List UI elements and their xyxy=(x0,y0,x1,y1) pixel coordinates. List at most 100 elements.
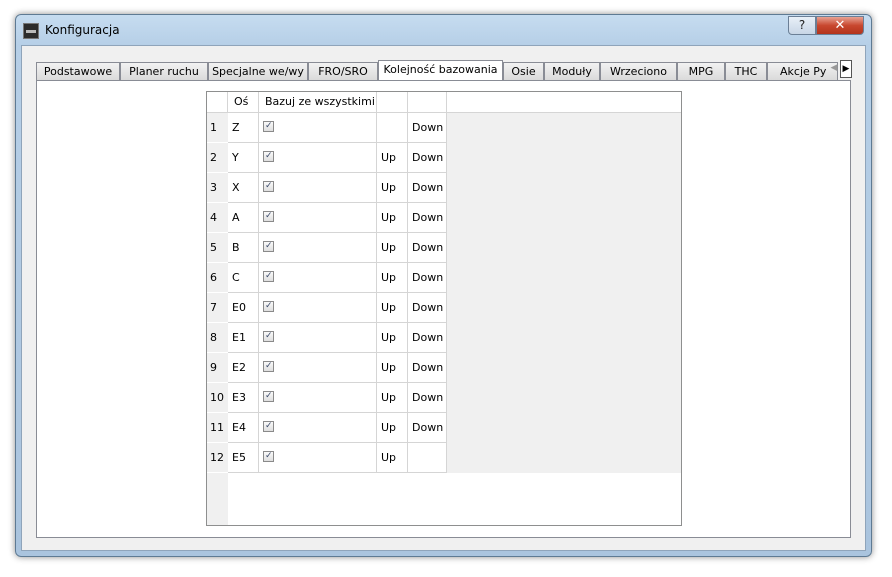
tab-planer-ruchu[interactable]: Planer ruchu xyxy=(120,62,208,80)
axis-cell[interactable]: Y xyxy=(228,143,259,173)
down-cell[interactable]: Down xyxy=(408,413,447,443)
home-with-all-cell[interactable] xyxy=(259,293,377,323)
window-title: Konfiguracja xyxy=(45,23,120,37)
down-cell[interactable]: Down xyxy=(408,383,447,413)
row-header[interactable]: 12 xyxy=(207,443,228,473)
row-header[interactable]: 11 xyxy=(207,413,228,443)
axis-cell[interactable]: E2 xyxy=(228,353,259,383)
row-header[interactable]: 2 xyxy=(207,143,228,173)
app-icon xyxy=(23,23,39,39)
tab-kolejnosc-bazowania[interactable]: Kolejność bazowania xyxy=(378,60,503,80)
column-header-os[interactable]: Oś xyxy=(228,92,259,113)
tab-pane-kolejnosc-bazowania: Oś Bazuj ze wszystkimi 1ZDown2YUpDown3XU… xyxy=(36,80,851,538)
home-with-all-checkbox[interactable] xyxy=(263,180,274,192)
column-header-up[interactable] xyxy=(377,92,408,113)
config-window: Konfiguracja ? ✕ Podstawowe Planer ruchu… xyxy=(15,14,872,557)
home-with-all-checkbox[interactable] xyxy=(263,420,274,432)
up-cell[interactable]: Up xyxy=(377,353,408,383)
home-with-all-checkbox[interactable] xyxy=(263,120,274,132)
row-header[interactable]: 4 xyxy=(207,203,228,233)
home-with-all-checkbox[interactable] xyxy=(263,450,274,462)
scroll-right-icon[interactable]: ▶ xyxy=(840,60,852,78)
row-header[interactable]: 5 xyxy=(207,233,228,263)
home-with-all-checkbox[interactable] xyxy=(263,330,274,342)
title-bar[interactable]: Konfiguracja ? ✕ xyxy=(16,15,871,47)
home-with-all-checkbox[interactable] xyxy=(263,240,274,252)
axis-cell[interactable]: E0 xyxy=(228,293,259,323)
down-cell[interactable]: Down xyxy=(408,143,447,173)
home-with-all-checkbox[interactable] xyxy=(263,390,274,402)
tab-thc[interactable]: THC xyxy=(725,62,767,80)
axis-cell[interactable]: X xyxy=(228,173,259,203)
axis-cell[interactable]: E1 xyxy=(228,323,259,353)
row-header[interactable]: 1 xyxy=(207,113,228,143)
home-with-all-checkbox[interactable] xyxy=(263,300,274,312)
down-cell[interactable]: Down xyxy=(408,263,447,293)
home-with-all-cell[interactable] xyxy=(259,143,377,173)
down-cell[interactable]: Down xyxy=(408,173,447,203)
up-cell[interactable]: Up xyxy=(377,203,408,233)
up-cell[interactable]: Up xyxy=(377,233,408,263)
home-with-all-cell[interactable] xyxy=(259,383,377,413)
down-cell[interactable]: Down xyxy=(408,293,447,323)
axis-cell[interactable]: B xyxy=(228,233,259,263)
home-with-all-checkbox[interactable] xyxy=(263,150,274,162)
down-cell[interactable]: Down xyxy=(408,353,447,383)
up-cell[interactable]: Up xyxy=(377,443,408,473)
tab-wrzeciono[interactable]: Wrzeciono xyxy=(600,62,677,80)
axis-cell[interactable]: E3 xyxy=(228,383,259,413)
scroll-left-icon[interactable]: ◀ xyxy=(828,60,840,78)
row-header[interactable]: 9 xyxy=(207,353,228,383)
tab-podstawowe[interactable]: Podstawowe xyxy=(36,62,120,80)
tab-scroll-buttons: ◀ ▶ xyxy=(828,60,852,78)
down-cell[interactable] xyxy=(408,443,447,473)
down-cell[interactable]: Down xyxy=(408,113,447,143)
axis-cell[interactable]: Z xyxy=(228,113,259,143)
home-with-all-cell[interactable] xyxy=(259,353,377,383)
tab-mpg[interactable]: MPG xyxy=(677,62,725,80)
row-header[interactable]: 7 xyxy=(207,293,228,323)
dialog-client-area: Podstawowe Planer ruchu Specjalne we/wy … xyxy=(21,45,866,551)
table-corner xyxy=(207,92,228,113)
home-with-all-cell[interactable] xyxy=(259,173,377,203)
up-cell[interactable] xyxy=(377,113,408,143)
row-header[interactable]: 6 xyxy=(207,263,228,293)
home-with-all-cell[interactable] xyxy=(259,413,377,443)
up-cell[interactable]: Up xyxy=(377,263,408,293)
home-with-all-cell[interactable] xyxy=(259,233,377,263)
home-with-all-cell[interactable] xyxy=(259,323,377,353)
tab-moduly[interactable]: Moduły xyxy=(544,62,600,80)
axis-cell[interactable]: E4 xyxy=(228,413,259,443)
column-header-bazuj[interactable]: Bazuj ze wszystkimi xyxy=(259,92,377,113)
up-cell[interactable]: Up xyxy=(377,383,408,413)
row-header[interactable]: 10 xyxy=(207,383,228,413)
down-cell[interactable]: Down xyxy=(408,203,447,233)
home-with-all-checkbox[interactable] xyxy=(263,270,274,282)
home-with-all-cell[interactable] xyxy=(259,263,377,293)
axis-cell[interactable]: E5 xyxy=(228,443,259,473)
row-header[interactable]: 8 xyxy=(207,323,228,353)
home-with-all-cell[interactable] xyxy=(259,443,377,473)
column-header-down[interactable] xyxy=(408,92,447,113)
close-button[interactable]: ✕ xyxy=(816,16,864,35)
up-cell[interactable]: Up xyxy=(377,173,408,203)
up-cell[interactable]: Up xyxy=(377,323,408,353)
help-button[interactable]: ? xyxy=(788,16,816,35)
up-cell[interactable]: Up xyxy=(377,293,408,323)
axis-cell[interactable]: C xyxy=(228,263,259,293)
tab-osie[interactable]: Osie xyxy=(503,62,544,80)
down-cell[interactable]: Down xyxy=(408,233,447,263)
row-header[interactable]: 3 xyxy=(207,173,228,203)
tab-fro-sro[interactable]: FRO/SRO xyxy=(308,62,378,80)
down-cell[interactable]: Down xyxy=(408,323,447,353)
table-empty-area xyxy=(228,473,681,525)
tab-specjalne-we-wy[interactable]: Specjalne we/wy xyxy=(208,62,308,80)
homing-order-table: Oś Bazuj ze wszystkimi 1ZDown2YUpDown3XU… xyxy=(206,91,682,526)
home-with-all-checkbox[interactable] xyxy=(263,360,274,372)
home-with-all-cell[interactable] xyxy=(259,113,377,143)
up-cell[interactable]: Up xyxy=(377,413,408,443)
up-cell[interactable]: Up xyxy=(377,143,408,173)
home-with-all-cell[interactable] xyxy=(259,203,377,233)
home-with-all-checkbox[interactable] xyxy=(263,210,274,222)
axis-cell[interactable]: A xyxy=(228,203,259,233)
